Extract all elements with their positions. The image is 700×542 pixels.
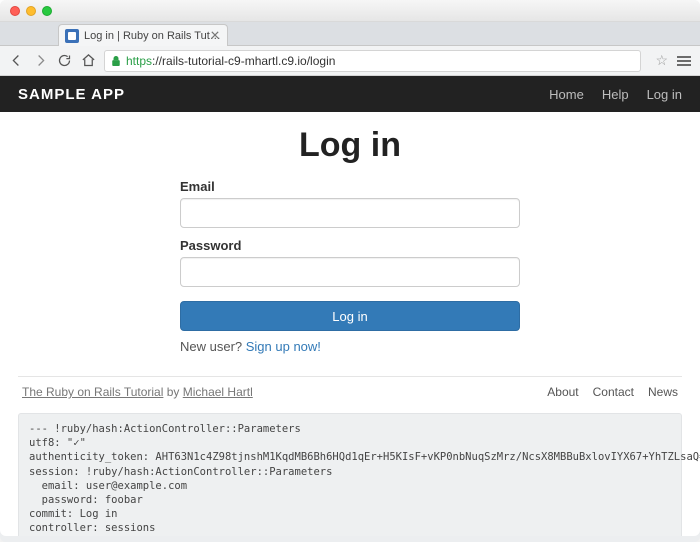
password-label: Password bbox=[180, 238, 520, 253]
bookmark-star-icon[interactable]: ☆ bbox=[655, 52, 668, 69]
signup-link[interactable]: Sign up now! bbox=[246, 339, 321, 354]
url-bar[interactable]: https://rails-tutorial-c9-mhartl.c9.io/l… bbox=[104, 50, 641, 72]
new-user-text: New user? bbox=[180, 339, 246, 354]
nav-home-link[interactable]: Home bbox=[549, 87, 584, 102]
password-field[interactable] bbox=[180, 257, 520, 287]
login-button[interactable]: Log in bbox=[180, 301, 520, 331]
reload-button[interactable] bbox=[56, 53, 72, 69]
email-label: Email bbox=[180, 179, 520, 194]
debug-dump: --- !ruby/hash:ActionController::Paramet… bbox=[18, 413, 682, 536]
footer-tutorial-link[interactable]: The Ruby on Rails Tutorial bbox=[22, 385, 163, 399]
url-scheme: https bbox=[126, 54, 152, 68]
email-field[interactable] bbox=[180, 198, 520, 228]
window-maximize-button[interactable] bbox=[42, 6, 52, 16]
footer-contact-link[interactable]: Contact bbox=[593, 385, 634, 399]
signup-prompt: New user? Sign up now! bbox=[180, 339, 520, 354]
footer-divider bbox=[18, 376, 682, 377]
window-titlebar bbox=[0, 0, 700, 22]
tab-title: Log in | Ruby on Rails Tut… bbox=[84, 30, 221, 42]
footer-about-link[interactable]: About bbox=[547, 385, 578, 399]
back-button[interactable] bbox=[8, 53, 24, 69]
nav-login-link[interactable]: Log in bbox=[647, 87, 682, 102]
browser-toolbar: https://rails-tutorial-c9-mhartl.c9.io/l… bbox=[0, 46, 700, 76]
app-navbar: SAMPLE APP Home Help Log in bbox=[0, 76, 700, 112]
brand-logo[interactable]: SAMPLE APP bbox=[18, 86, 125, 103]
login-button-label: Log in bbox=[332, 309, 367, 324]
browser-tab[interactable]: Log in | Ruby on Rails Tut… bbox=[58, 24, 228, 46]
favicon-icon bbox=[65, 29, 79, 43]
footer-news-link[interactable]: News bbox=[648, 385, 678, 399]
window-minimize-button[interactable] bbox=[26, 6, 36, 16]
home-button[interactable] bbox=[80, 53, 96, 69]
footer: The Ruby on Rails Tutorial by Michael Ha… bbox=[0, 383, 700, 407]
page-viewport: SAMPLE APP Home Help Log in Log in Email… bbox=[0, 76, 700, 536]
forward-button[interactable] bbox=[32, 53, 48, 69]
url-path: ://rails-tutorial-c9-mhartl.c9.io/login bbox=[152, 54, 335, 68]
tab-close-button[interactable] bbox=[209, 29, 221, 41]
browser-tabstrip: Log in | Ruby on Rails Tut… bbox=[0, 22, 700, 46]
footer-by-text: by bbox=[163, 385, 182, 399]
footer-author-link[interactable]: Michael Hartl bbox=[183, 385, 253, 399]
nav-help-link[interactable]: Help bbox=[602, 87, 629, 102]
login-form: Email Password Log in New user? Sign up … bbox=[180, 179, 520, 354]
lock-icon bbox=[111, 55, 121, 67]
page-title: Log in bbox=[80, 126, 620, 165]
browser-menu-button[interactable] bbox=[676, 53, 692, 69]
window-close-button[interactable] bbox=[10, 6, 20, 16]
